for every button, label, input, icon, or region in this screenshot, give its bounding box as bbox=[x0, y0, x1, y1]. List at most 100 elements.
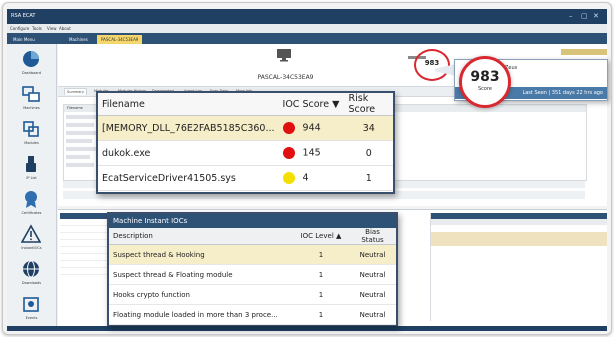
status-dot-icon bbox=[282, 122, 295, 134]
sidebar-item-events[interactable]: Events bbox=[7, 291, 56, 327]
table-row[interactable]: Suspect thread & Floating module 1 Neutr… bbox=[109, 264, 396, 285]
list-item[interactable] bbox=[66, 131, 96, 135]
list-item[interactable] bbox=[431, 253, 607, 260]
list-item[interactable] bbox=[60, 219, 112, 226]
sidebar: Dashboard Machines Modules IP List Certi… bbox=[7, 44, 57, 326]
score-mini-ring: 983 bbox=[414, 49, 450, 81]
list-item[interactable] bbox=[60, 254, 112, 261]
events-icon bbox=[23, 297, 39, 312]
ioc-score-column-header[interactable]: IOC Score ▼ bbox=[278, 93, 345, 116]
menu-configure[interactable]: Configure bbox=[10, 26, 29, 31]
ioc-score-value: 4 bbox=[302, 172, 309, 184]
sort-asc-icon: ▲ bbox=[336, 232, 342, 240]
minimize-button[interactable]: – bbox=[569, 12, 573, 20]
module-filename: [MEMORY_DLL_76E2FAB5185C360... bbox=[98, 115, 279, 141]
menu-tools[interactable]: Tools bbox=[32, 26, 42, 31]
machine-hostname: PASCAL-34C53EA9 bbox=[257, 74, 314, 81]
sidebar-item-instant-iocs[interactable]: InstantIOCs bbox=[7, 221, 56, 257]
sidebar-item-machines[interactable]: Machines bbox=[7, 81, 56, 117]
bias-status: Neutral bbox=[349, 264, 396, 285]
warning-icon bbox=[21, 224, 41, 243]
ioc-level: 1 bbox=[293, 284, 349, 305]
list-item[interactable] bbox=[66, 163, 94, 167]
table-row[interactable]: Floating module loaded in more than 3 pr… bbox=[109, 304, 396, 325]
tab-machines[interactable]: Machines bbox=[65, 35, 92, 44]
list-item[interactable] bbox=[431, 246, 607, 253]
list-item[interactable] bbox=[60, 240, 112, 247]
risk-score-value: 34 bbox=[344, 115, 393, 141]
risk-score-value: 0 bbox=[344, 140, 393, 166]
ioc-score-value: 145 bbox=[302, 147, 321, 159]
list-item[interactable] bbox=[66, 155, 90, 159]
tab-pascal[interactable]: PASCAL-34C53EA9 bbox=[97, 35, 143, 44]
status-dot-icon bbox=[282, 147, 295, 159]
bias-status-column-header[interactable]: Bias Status bbox=[349, 228, 396, 245]
sidebar-item-ip-list[interactable]: IP List bbox=[7, 151, 56, 187]
score-mini-value: 983 bbox=[424, 59, 440, 67]
list-item[interactable] bbox=[431, 288, 607, 295]
sidebar-item-label: Modules bbox=[24, 141, 39, 145]
list-item[interactable] bbox=[60, 226, 112, 233]
ioc-level-column-header[interactable]: IOC Level ▲ bbox=[293, 228, 349, 245]
ioc-level: 1 bbox=[293, 264, 349, 285]
status-dot-icon bbox=[282, 172, 295, 184]
list-item[interactable] bbox=[60, 247, 112, 254]
table-row[interactable]: dukok.exe 145 0 bbox=[98, 140, 393, 166]
tab-main-menu[interactable]: Main Menu bbox=[9, 35, 39, 44]
list-item[interactable] bbox=[60, 233, 112, 240]
globe-icon bbox=[23, 260, 39, 278]
ioc-level-label: IOC Level bbox=[300, 232, 334, 240]
sidebar-item-label: Events bbox=[25, 316, 38, 320]
tab-summary[interactable]: Summary bbox=[64, 88, 87, 95]
list-item[interactable] bbox=[431, 225, 607, 232]
usb-icon bbox=[26, 156, 36, 172]
list-item[interactable] bbox=[431, 267, 607, 274]
ioc-description: Floating module loaded in more than 3 pr… bbox=[109, 304, 293, 325]
table-header-row: Description IOC Level ▲ Bias Status bbox=[109, 228, 396, 245]
sidebar-item-label: Dashboard bbox=[22, 71, 41, 75]
description-column-header[interactable]: Description bbox=[109, 228, 293, 245]
list-item[interactable] bbox=[431, 232, 607, 239]
risk-score-column-header[interactable]: Risk Score bbox=[344, 93, 393, 116]
close-button[interactable]: ✕ bbox=[593, 12, 599, 20]
ioc-score-label: IOC Score bbox=[282, 98, 330, 110]
ioc-score-cell: 4 bbox=[278, 165, 345, 191]
instant-iocs-callout: Machine Instant IOCs Description IOC Lev… bbox=[107, 212, 398, 326]
list-item[interactable] bbox=[66, 123, 94, 127]
table-row[interactable]: Hooks crypto function 1 Neutral bbox=[109, 284, 396, 305]
instant-iocs-table: Description IOC Level ▲ Bias Status Susp… bbox=[109, 228, 396, 325]
filename-col-header: Filename bbox=[67, 106, 83, 110]
risk-score-value: 1 bbox=[344, 165, 393, 191]
menu-about[interactable]: About bbox=[59, 26, 71, 31]
status-bar bbox=[7, 326, 607, 331]
list-item[interactable] bbox=[66, 147, 96, 151]
machines-icon bbox=[22, 86, 40, 102]
ioc-description: Suspect thread & Hooking bbox=[109, 244, 293, 265]
menu-view[interactable]: View bbox=[47, 26, 57, 31]
list-item[interactable] bbox=[66, 115, 98, 119]
list-item[interactable] bbox=[431, 260, 607, 267]
sidebar-item-downloads[interactable]: Downloads bbox=[7, 256, 56, 292]
table-row[interactable]: Suspect thread & Hooking 1 Neutral bbox=[109, 244, 396, 265]
filename-column-header[interactable]: Filename bbox=[98, 93, 279, 116]
list-item[interactable] bbox=[431, 281, 607, 288]
ioc-score-value: 944 bbox=[302, 122, 321, 134]
title-bar: RSA ECAT – ▢ ✕ bbox=[7, 9, 607, 24]
list-item[interactable] bbox=[60, 261, 112, 268]
list-item[interactable] bbox=[431, 239, 607, 246]
sidebar-item-modules[interactable]: Modules bbox=[7, 116, 56, 152]
document-tabs: Main Menu Machines PASCAL-34C53EA9 bbox=[7, 33, 607, 44]
list-item[interactable] bbox=[60, 268, 112, 275]
sidebar-item-label: Machines bbox=[23, 106, 40, 110]
module-filename: EcatServiceDriver41505.sys bbox=[98, 165, 279, 191]
instant-iocs-title: Machine Instant IOCs bbox=[109, 214, 396, 228]
table-row[interactable]: EcatServiceDriver41505.sys 4 1 bbox=[98, 165, 393, 191]
sidebar-item-dashboard[interactable]: Dashboard bbox=[7, 46, 56, 82]
table-row[interactable]: [MEMORY_DLL_76E2FAB5185C360... 944 34 bbox=[98, 115, 393, 141]
list-item[interactable] bbox=[431, 274, 607, 281]
sidebar-item-certificates[interactable]: Certificates bbox=[7, 186, 56, 222]
list-item[interactable] bbox=[66, 139, 92, 143]
maximize-button[interactable]: ▢ bbox=[581, 12, 588, 20]
table-header-row: Filename IOC Score ▼ Risk Score bbox=[98, 93, 393, 116]
score-label: Score bbox=[477, 86, 492, 92]
